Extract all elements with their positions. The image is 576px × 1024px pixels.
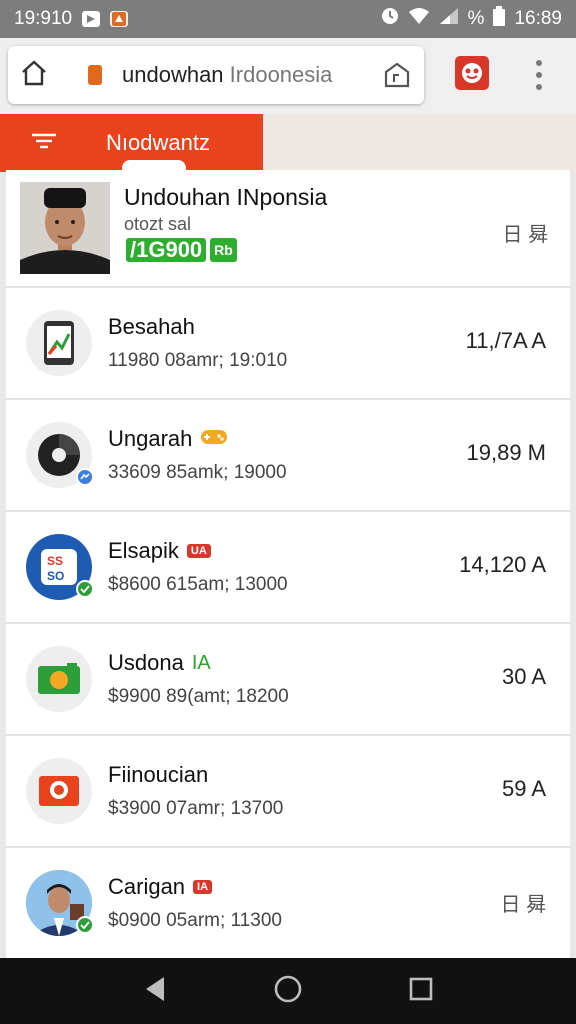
home-icon[interactable] xyxy=(20,59,48,91)
item-subtitle: $3900 07amr; 13700 xyxy=(108,798,284,819)
item-subtitle: 33609 85amk; 19000 xyxy=(108,462,287,483)
item-tag: IA xyxy=(193,880,213,894)
notification-app-icon xyxy=(82,11,101,27)
extension-icon[interactable] xyxy=(455,56,489,90)
list-item[interactable]: Fiinoucian $3900 07amr; 13700 59 A xyxy=(6,736,570,848)
check-badge-icon xyxy=(76,580,94,598)
user-avatar xyxy=(26,870,94,936)
status-time-right: 16:89 xyxy=(514,8,562,29)
list-item[interactable]: SS SO Elsapik UA $8600 615am; 13000 14,120… xyxy=(6,512,570,624)
phone-app-icon xyxy=(26,310,92,376)
check-badge-icon xyxy=(76,916,94,934)
camera-app-icon xyxy=(26,646,92,712)
url-text[interactable]: undowhan Irdoonesia xyxy=(122,62,332,88)
balance-amount: /1G900 xyxy=(126,238,207,262)
item-amount: 30 A xyxy=(501,664,546,689)
tab-strip: Nıodwantz xyxy=(0,114,576,174)
overflow-menu-icon[interactable] xyxy=(534,60,544,90)
list-item[interactable]: Usdona IA $9900 89(amt; 18200 30 A xyxy=(6,624,570,736)
item-amount: 19,89 M xyxy=(466,440,547,465)
lock-icon xyxy=(88,65,102,85)
item-title: Fiinoucian xyxy=(108,762,209,787)
signal-icon xyxy=(438,7,460,31)
profile-balance-badge: /1G900 Rb xyxy=(126,238,237,262)
filter-icon[interactable] xyxy=(30,132,58,155)
browser-toolbar: undowhan Irdoonesia xyxy=(0,38,576,114)
item-title: Usdona IA xyxy=(108,650,211,675)
item-tag: IA xyxy=(191,651,211,674)
alarm-icon xyxy=(380,6,400,32)
battery-icon xyxy=(492,6,506,32)
item-subtitle: $9900 89(amt; 18200 xyxy=(108,686,289,707)
item-amount: 59 A xyxy=(501,776,546,801)
address-bar[interactable]: undowhan Irdoonesia xyxy=(8,46,424,104)
item-subtitle: 11980 08amr; 19:010 xyxy=(108,350,288,371)
svg-text:SS: SS xyxy=(47,554,63,568)
calculator-app-icon: SS SO xyxy=(26,534,94,600)
status-time-left: 19:910 xyxy=(14,8,73,29)
list-item[interactable]: Ungarah 33609 85amk; 19000 19,89 M xyxy=(6,400,570,512)
item-title: Ungarah xyxy=(108,426,228,452)
notification-orange-icon xyxy=(110,11,129,27)
gamepad-icon xyxy=(200,426,228,452)
tab-switcher-icon[interactable] xyxy=(384,62,410,93)
item-tag: UA xyxy=(186,544,211,558)
tab-label: Nıodwantz xyxy=(106,130,210,155)
system-nav-bar xyxy=(0,958,576,1024)
list-item[interactable]: Besahah 11980 08amr; 19:010 11,/7A A xyxy=(6,288,570,400)
disc-app-icon xyxy=(26,422,94,488)
svg-text:SO: SO xyxy=(47,569,64,583)
messenger-badge-icon xyxy=(76,468,94,486)
item-amount: 11,/7A A xyxy=(465,328,546,353)
photo-app-icon xyxy=(26,758,92,824)
item-amount: 14,120 A xyxy=(459,552,546,577)
back-icon[interactable] xyxy=(142,975,168,1008)
item-subtitle: $0900 05arm; 11300 xyxy=(108,910,282,931)
status-bar: 19:910 % 16:89 xyxy=(0,0,576,38)
profile-header[interactable]: Undouhan INponsia otozt sal /1G900 Rb 日 … xyxy=(6,170,570,288)
app-list: Undouhan INponsia otozt sal /1G900 Rb 日 … xyxy=(6,170,570,958)
battery-text: % xyxy=(467,8,485,29)
profile-right-text: 日 曻 xyxy=(502,224,548,246)
home-button-icon[interactable] xyxy=(273,974,303,1009)
balance-currency: Rb xyxy=(210,238,237,262)
profile-subtitle: otozt sal xyxy=(124,214,192,234)
recents-icon[interactable] xyxy=(408,976,434,1007)
item-title: Elsapik UA xyxy=(108,538,211,564)
item-title: Besahah xyxy=(108,314,195,339)
item-subtitle: $8600 615am; 13000 xyxy=(108,574,288,595)
wifi-icon xyxy=(408,7,430,31)
item-amount: 日 曻 xyxy=(500,894,546,916)
profile-name: Undouhan INponsia xyxy=(124,184,328,210)
item-title: Carigan IA xyxy=(108,874,213,900)
profile-avatar xyxy=(20,182,110,274)
list-item[interactable]: Carigan IA $0900 05arm; 11300 日 曻 xyxy=(6,848,570,958)
